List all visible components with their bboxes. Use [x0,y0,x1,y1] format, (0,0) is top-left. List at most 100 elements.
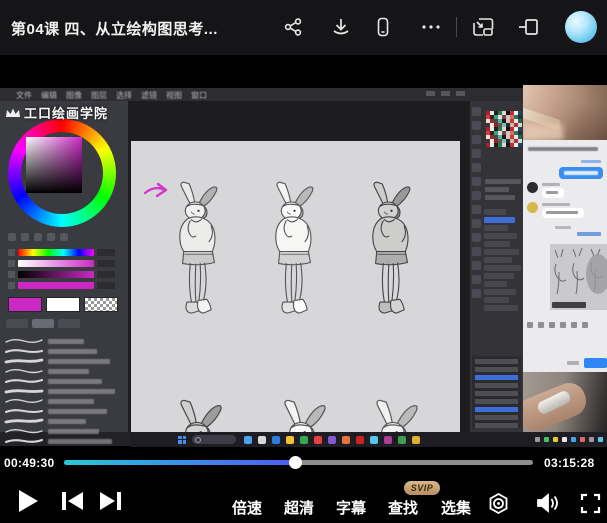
phone-icon[interactable] [370,14,396,40]
chat-avatar-2[interactable] [527,202,538,213]
taskbar-app-icon[interactable] [328,436,336,444]
tray-icon[interactable] [535,437,540,442]
layer-row[interactable] [484,241,510,247]
taskbar-app-icon[interactable] [398,436,406,444]
tray-icon[interactable] [544,437,549,442]
brush-row[interactable] [4,377,124,385]
subtitles-button[interactable]: 字幕 [336,497,366,518]
menu-item[interactable]: 视图 [166,90,182,101]
layer-row[interactable] [484,209,506,215]
layer-controls[interactable] [485,179,521,203]
layer-row[interactable] [484,217,515,223]
navigator-panel[interactable] [472,356,521,428]
tray-icon[interactable] [571,437,576,442]
layer-row[interactable] [484,273,514,279]
color-mode-buttons[interactable] [8,233,68,241]
layer-row[interactable] [484,225,508,231]
color-swatches[interactable] [8,297,118,312]
menu-item[interactable]: 文件 [16,90,32,101]
brush-row[interactable] [4,417,124,425]
layer-row[interactable] [484,297,509,303]
layer-row[interactable] [484,289,516,295]
chat-send-button[interactable] [584,358,607,368]
seek-knob[interactable] [289,456,302,469]
next-button[interactable] [98,490,123,517]
windows-start-icon[interactable] [178,436,186,444]
menu-item[interactable]: 图层 [91,90,107,101]
menu-item[interactable]: 编辑 [41,90,57,101]
tray-icon[interactable] [589,437,594,442]
brush-row[interactable] [4,367,124,375]
chat-toolbar[interactable] [527,322,588,328]
dock-side-icon[interactable] [516,14,542,40]
brush-row[interactable] [4,427,124,435]
layer-row[interactable] [484,257,512,263]
layer-row[interactable] [484,249,519,255]
layer-list[interactable] [484,209,522,313]
speed-button[interactable]: 倍速 [232,497,262,518]
brush-row[interactable] [4,357,124,365]
brush-list[interactable] [4,337,124,447]
brush-row[interactable] [4,397,124,405]
episodes-button[interactable]: 选集 [441,497,471,518]
tray-icon[interactable] [562,437,567,442]
taskbar-app-icons[interactable] [244,436,420,444]
tray-icon[interactable] [598,437,603,442]
volume-icon[interactable] [535,492,559,519]
secondary-color-swatch[interactable] [46,297,80,312]
brush-row[interactable] [4,437,124,445]
transparent-swatch[interactable] [84,297,118,312]
fullscreen-icon[interactable] [580,493,601,519]
brush-row[interactable] [4,347,124,355]
download-icon[interactable] [328,14,354,40]
color-sliders[interactable] [8,249,120,293]
menu-item[interactable]: 窗口 [191,90,207,101]
menu-item[interactable]: 选择 [116,90,132,101]
brush-row[interactable] [4,337,124,345]
brush-row[interactable] [4,387,124,395]
taskbar-app-icon[interactable] [272,436,280,444]
brush-category-tabs[interactable] [6,319,80,328]
layer-row[interactable] [484,233,517,239]
mini-player-icon[interactable] [470,14,496,40]
menu-item[interactable]: 滤镜 [141,90,157,101]
taskbar-app-icon[interactable] [384,436,392,444]
swatch-palette[interactable] [486,111,522,147]
taskbar-app-icon[interactable] [356,436,364,444]
tool-column[interactable] [472,107,483,303]
taskbar-app-icon[interactable] [342,436,350,444]
tray-icon[interactable] [553,437,558,442]
more-icon[interactable] [418,14,444,40]
current-color-swatch[interactable] [8,297,42,312]
find-button[interactable]: 查找 [388,497,418,518]
taskbar-search-input[interactable] [192,435,236,444]
chat-link[interactable] [577,232,601,236]
brush-row[interactable] [4,407,124,415]
taskbar-app-icon[interactable] [412,436,420,444]
menu-item[interactable]: 图像 [66,90,82,101]
taskbar-app-icon[interactable] [300,436,308,444]
layer-row[interactable] [484,265,521,271]
drawing-canvas[interactable] [131,141,460,432]
quality-button[interactable]: 超清 [284,497,314,518]
layer-row[interactable] [484,305,518,311]
taskbar-tray-icons[interactable] [535,437,603,442]
chat-sketch-image[interactable] [550,244,607,310]
user-avatar[interactable] [565,11,597,43]
tray-icon[interactable] [580,437,585,442]
seek-bar[interactable] [64,460,533,465]
taskbar-app-icon[interactable] [258,436,266,444]
svip-badge[interactable]: SVIP [404,481,440,495]
play-button[interactable] [16,488,40,519]
miracast-icon[interactable] [487,492,510,520]
taskbar-app-icon[interactable] [286,436,294,444]
share-icon[interactable] [280,14,306,40]
layer-row[interactable] [484,281,507,287]
taskbar-app-icon[interactable] [370,436,378,444]
video-frame[interactable]: 文件编辑图像图层选择滤镜视图窗口 工口绘画学院 [0,55,607,450]
chat-avatar-1[interactable] [527,182,538,193]
taskbar-app-icon[interactable] [314,436,322,444]
saturation-value-square[interactable] [26,137,82,193]
taskbar-app-icon[interactable] [244,436,252,444]
previous-button[interactable] [60,490,85,517]
